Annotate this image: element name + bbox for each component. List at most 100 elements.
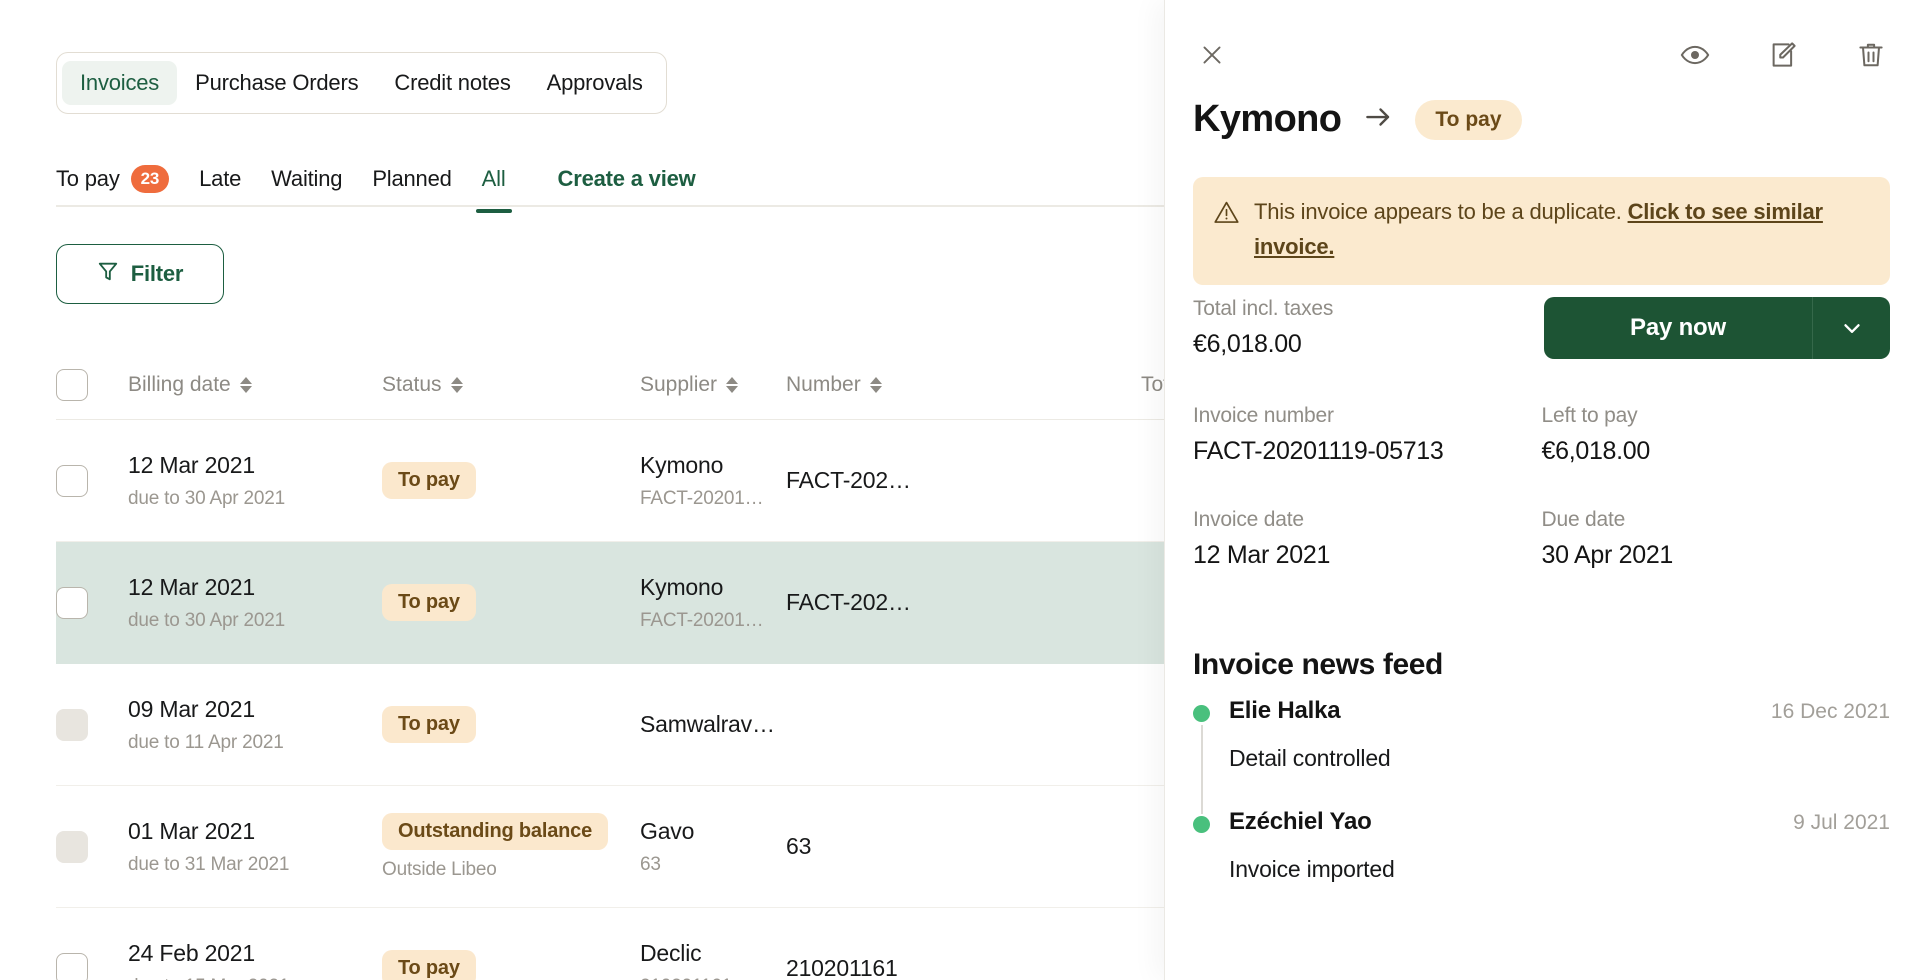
cell-billing-date: 09 Mar 2021 due to 11 Apr 2021 bbox=[128, 696, 382, 754]
view-tab-waiting[interactable]: Waiting bbox=[271, 155, 358, 203]
view-tab-label: Waiting bbox=[271, 166, 343, 191]
row-checkbox bbox=[56, 708, 128, 741]
duplicate-invoice-alert: This invoice appears to be a duplicate. … bbox=[1193, 177, 1890, 285]
feed-item-body: Invoice imported bbox=[1229, 856, 1395, 882]
status-badge: To pay bbox=[382, 706, 476, 743]
view-tab-label: Planned bbox=[372, 166, 452, 191]
supplier-name: Samwalrav… bbox=[640, 711, 775, 737]
pay-now-button[interactable]: Pay now bbox=[1544, 297, 1812, 359]
cell-status: To pay bbox=[382, 584, 640, 621]
field-value: FACT-20201119-05713 bbox=[1193, 437, 1444, 465]
close-icon[interactable] bbox=[1193, 36, 1231, 74]
view-tab-all[interactable]: All bbox=[475, 155, 522, 213]
arrow-right-icon[interactable] bbox=[1363, 102, 1393, 137]
due-date-value: due to 30 Apr 2021 bbox=[128, 609, 285, 631]
view-tab-to-pay[interactable]: To pay 23 bbox=[56, 155, 185, 203]
status-badge: To pay bbox=[382, 950, 476, 980]
supplier-sublabel: FACT-20201… bbox=[640, 487, 764, 509]
supplier-name: Gavo bbox=[640, 817, 695, 844]
cell-supplier: Declic 210201161 bbox=[640, 940, 786, 980]
cell-supplier: Samwalrav… bbox=[640, 711, 786, 738]
tab-credit-notes[interactable]: Credit notes bbox=[376, 61, 528, 105]
row-checkbox[interactable] bbox=[56, 586, 128, 619]
supplier-name: Kymono bbox=[640, 451, 724, 478]
feed-item: Ezéchiel Yao 9 Jul 2021 Invoice imported bbox=[1193, 808, 1890, 919]
cell-supplier: Kymono FACT-20201… bbox=[640, 452, 786, 510]
feed-item: Elie Halka 16 Dec 2021 Detail controlled bbox=[1193, 697, 1890, 814]
view-tab-label: All bbox=[481, 166, 506, 191]
select-all-checkbox[interactable] bbox=[56, 368, 128, 401]
status-sublabel: Outside Libeo bbox=[382, 858, 497, 880]
row-checkbox[interactable] bbox=[56, 952, 128, 980]
field-label: Invoice date bbox=[1193, 508, 1304, 531]
cell-status: To pay bbox=[382, 950, 640, 980]
panel-toolbar bbox=[1193, 36, 1890, 74]
column-header-supplier[interactable]: Supplier bbox=[640, 373, 786, 397]
invoice-detail-panel: Kymono To pay This invoice appears to be… bbox=[1164, 0, 1920, 980]
panel-header: Kymono To pay bbox=[1193, 98, 1522, 141]
feed-author-name: Ezéchiel Yao bbox=[1229, 808, 1372, 835]
cell-number: FACT-202… bbox=[786, 467, 972, 494]
pay-now-button-group[interactable]: Pay now bbox=[1544, 297, 1890, 359]
view-tabs: To pay 23 Late Waiting Planned All Create a vi… bbox=[56, 155, 726, 213]
supplier-name: Kymono bbox=[640, 573, 724, 600]
field-value: 12 Mar 2021 bbox=[1193, 541, 1331, 569]
filter-button-label: Filter bbox=[130, 261, 184, 286]
supplier-sublabel: FACT-20201… bbox=[640, 609, 764, 631]
invoice-fields-grid: Invoice number FACT-20201119-05713 Left to… bbox=[1193, 404, 1890, 570]
view-tab-label: To pay bbox=[56, 166, 120, 191]
status-badge: To pay bbox=[1415, 99, 1522, 140]
supplier-sublabel: 210201161 bbox=[640, 976, 786, 980]
invoice-list-panel: Invoices Purchase Orders Credit notes Appro… bbox=[0, 0, 1576, 980]
cell-number: FACT-202… bbox=[786, 589, 972, 616]
column-header-billing-date[interactable]: Billing date bbox=[128, 373, 382, 397]
app-root: Invoices Purchase Orders Credit notes Appro… bbox=[0, 0, 1920, 980]
cell-billing-date: 12 Mar 2021 due to 30 Apr 2021 bbox=[128, 452, 382, 510]
total-label: Total incl. taxes bbox=[1193, 297, 1334, 320]
chevron-down-icon[interactable] bbox=[1812, 297, 1890, 359]
tab-purchase-orders[interactable]: Purchase Orders bbox=[177, 61, 376, 105]
invoice-news-feed: Elie Halka 16 Dec 2021 Detail controlled Ez… bbox=[1193, 697, 1890, 919]
invoice-news-feed-title: Invoice news feed bbox=[1193, 648, 1443, 681]
due-date-value: due to 30 Apr 2021 bbox=[128, 487, 285, 509]
feed-author-name: Elie Halka bbox=[1229, 697, 1341, 724]
invoice-number-value: FACT-202… bbox=[786, 589, 911, 615]
alert-message: This invoice appears to be a duplicate. bbox=[1254, 199, 1628, 224]
feed-item-header: Elie Halka 16 Dec 2021 bbox=[1229, 697, 1890, 725]
status-badge: To pay bbox=[382, 584, 476, 621]
column-header-status[interactable]: Status bbox=[382, 373, 640, 397]
eye-icon[interactable] bbox=[1676, 36, 1714, 74]
supplier-sublabel: 63 bbox=[640, 853, 661, 875]
tab-approvals[interactable]: Approvals bbox=[529, 61, 661, 105]
feed-date: 9 Jul 2021 bbox=[1793, 811, 1890, 834]
field-label: Left to pay bbox=[1541, 404, 1638, 427]
due-date-value: due to 31 Mar 2021 bbox=[128, 853, 290, 875]
create-a-view-button[interactable]: Create a view bbox=[558, 155, 712, 203]
field-label: Invoice number bbox=[1193, 404, 1334, 427]
edit-icon[interactable] bbox=[1764, 36, 1802, 74]
supplier-name: Declic bbox=[640, 939, 702, 966]
page-title: Kymono bbox=[1193, 98, 1342, 140]
cell-supplier: Kymono FACT-20201… bbox=[640, 574, 786, 632]
filter-button[interactable]: Filter bbox=[56, 244, 224, 304]
invoice-number-value: 63 bbox=[786, 833, 812, 859]
column-label: Billing date bbox=[128, 372, 231, 396]
sort-icon bbox=[239, 376, 252, 393]
due-date-value: due to 11 Apr 2021 bbox=[128, 731, 284, 753]
field-invoice-number: Invoice number FACT-20201119-05713 bbox=[1193, 404, 1542, 466]
status-badge: Outstanding balance bbox=[382, 812, 609, 850]
status-dot-icon bbox=[1193, 705, 1210, 722]
tab-invoices[interactable]: Invoices bbox=[62, 61, 178, 105]
view-tab-planned[interactable]: Planned bbox=[372, 155, 467, 203]
column-label: Number bbox=[786, 372, 861, 396]
cell-status: To pay bbox=[382, 706, 640, 743]
trash-icon[interactable] bbox=[1852, 36, 1890, 74]
view-tab-late[interactable]: Late bbox=[199, 155, 257, 203]
field-due-date: Due date 30 Apr 2021 bbox=[1542, 508, 1891, 570]
billing-date-value: 12 Mar 2021 bbox=[128, 573, 255, 600]
feed-date: 16 Dec 2021 bbox=[1770, 700, 1890, 723]
row-checkbox[interactable] bbox=[56, 464, 128, 497]
column-header-number[interactable]: Number bbox=[786, 373, 972, 397]
feed-connector-line bbox=[1201, 725, 1203, 814]
invoice-number-value: FACT-202… bbox=[786, 467, 911, 493]
